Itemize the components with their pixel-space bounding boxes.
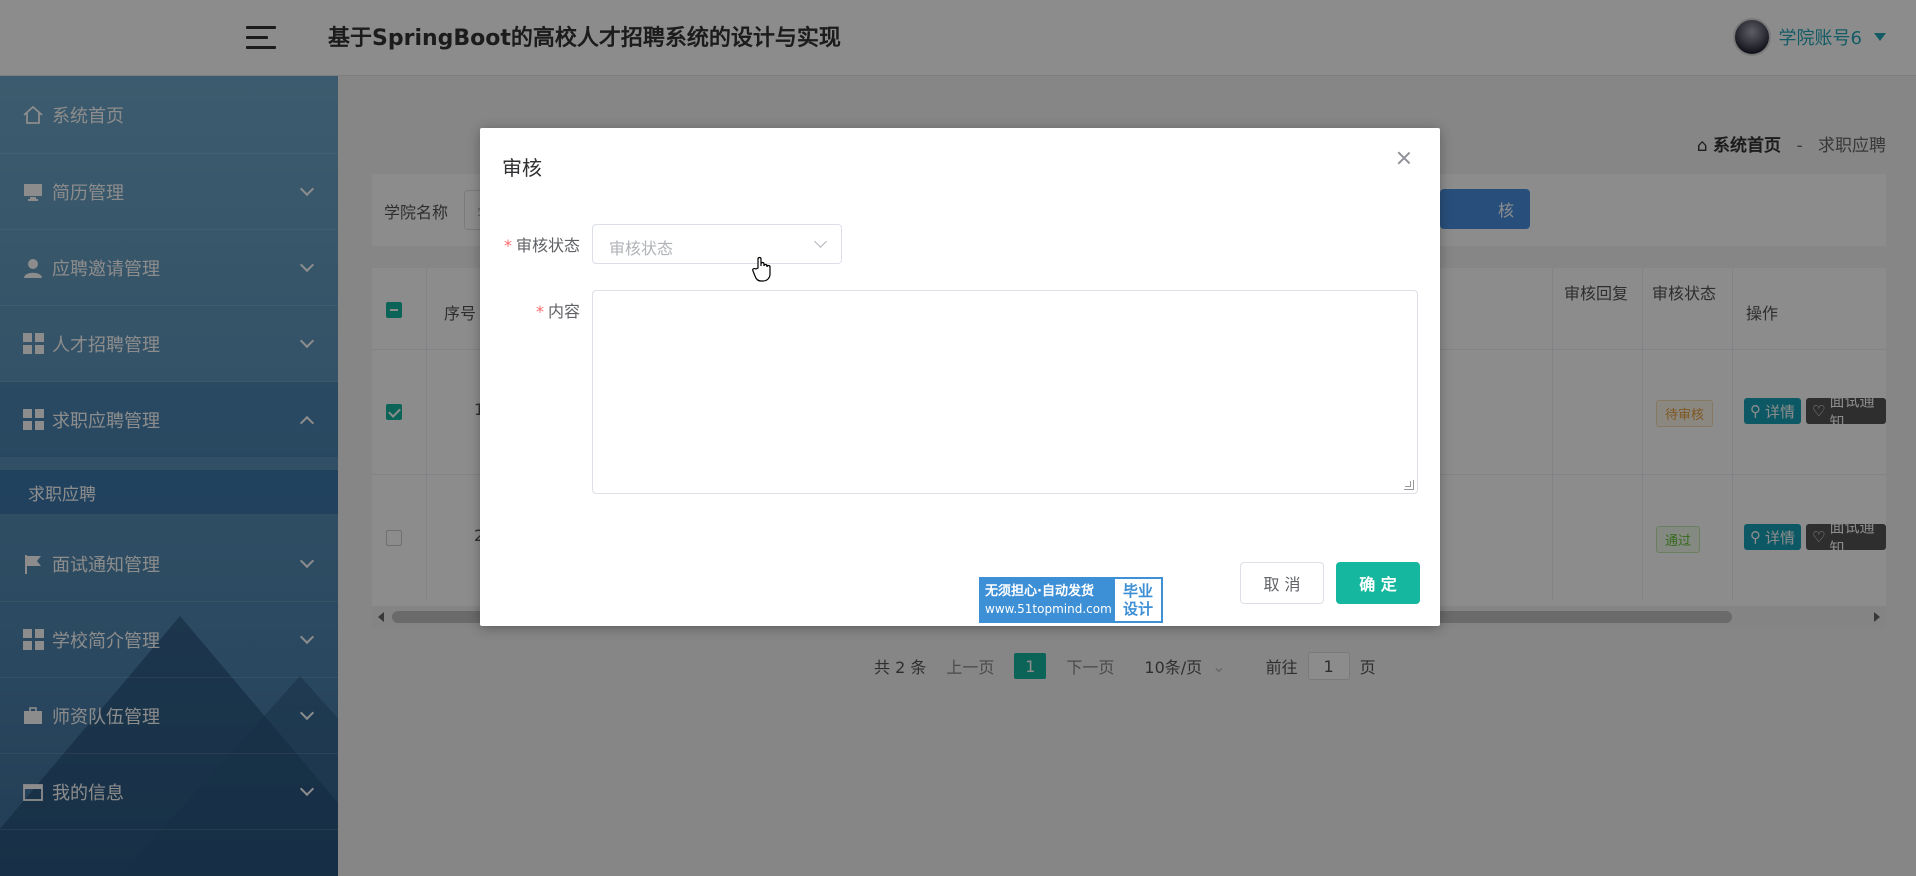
resize-handle-icon[interactable] [1404,480,1414,490]
dialog-title: 审核 [502,156,542,180]
cancel-button[interactable]: 取 消 [1240,562,1324,604]
select-placeholder: 审核状态 [609,239,674,258]
review-status-select[interactable]: 审核状态 [592,224,842,264]
close-icon[interactable] [1396,150,1412,166]
watermark-url: www.51topmind.com [985,602,1112,616]
content-field-label: * 内容 [536,302,581,321]
watermark-text: 设计 [1122,600,1153,618]
content-textarea[interactable]: 无须担心·自动发货 www.51topmind.com 毕业 设计 [592,290,1418,623]
status-field-label: * 审核状态 [504,236,581,255]
review-dialog: 审核 * 审核状态 审核状态 * 内容 无须担心·自动发货 www.51topmin… [480,128,1440,626]
watermark-logo: 无须担心·自动发货 www.51topmind.com 毕业 设计 [979,577,1163,623]
hand-cursor-icon [752,256,771,282]
watermark-text: 毕业 [1122,582,1153,600]
chevron-down-icon [814,235,827,248]
watermark-text: 无须担心·自动发货 [985,584,1094,599]
confirm-button[interactable]: 确 定 [1336,562,1420,604]
